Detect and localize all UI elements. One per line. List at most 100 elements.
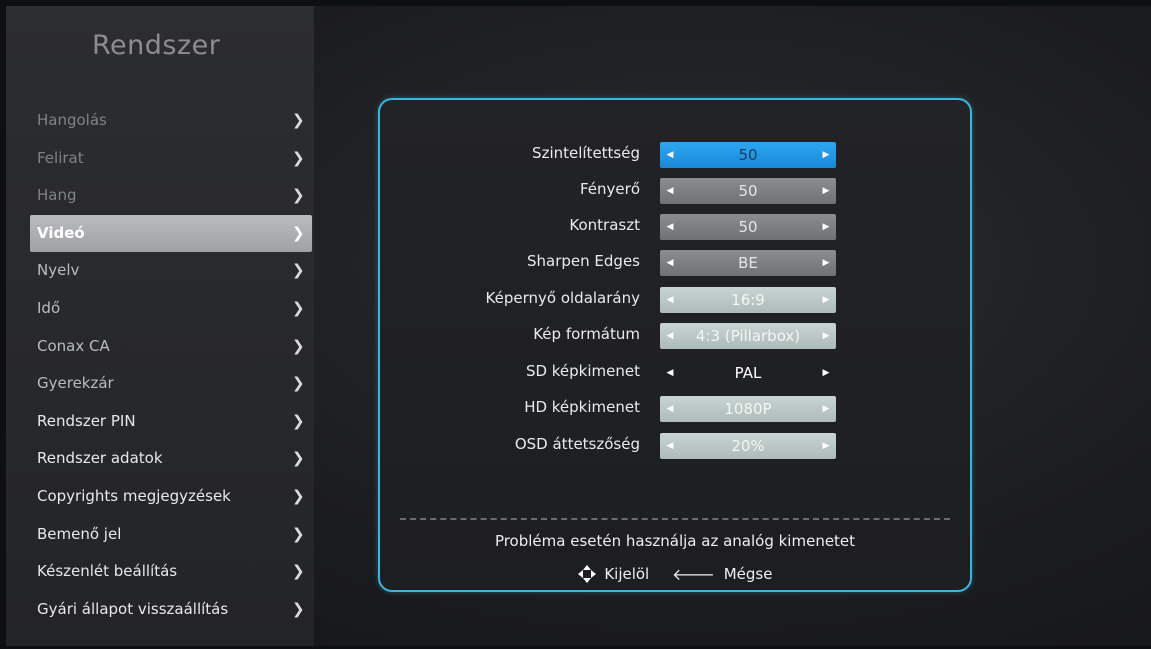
sd-output-stepper[interactable]: ◀ PAL ▶ <box>660 360 836 386</box>
setting-row-saturation: Szintelítettség ◀ 50 ▶ <box>380 142 970 168</box>
sidebar-item-rendszer-adatok[interactable]: Rendszer adatok ❯ <box>30 440 312 478</box>
setting-label: HD képkimenet <box>524 398 640 416</box>
setting-label: Sharpen Edges <box>527 252 640 270</box>
sidebar-item-label: Rendszer PIN <box>37 411 136 430</box>
arrow-left-icon[interactable]: ◀ <box>662 287 678 313</box>
back-label: Mégse <box>723 565 773 583</box>
saturation-stepper[interactable]: ◀ 50 ▶ <box>660 142 836 168</box>
chevron-right-icon: ❯ <box>292 336 305 355</box>
sidebar-item-label: Hang <box>37 186 77 205</box>
sidebar-item-conax-ca[interactable]: Conax CA ❯ <box>30 328 312 366</box>
sidebar-item-label: Videó <box>37 223 85 242</box>
chevron-right-icon: ❯ <box>292 374 305 393</box>
dashed-divider <box>400 518 950 520</box>
stepper-value: 16:9 <box>731 291 765 309</box>
chevron-right-icon: ❯ <box>292 148 305 167</box>
arrow-right-icon[interactable]: ▶ <box>818 214 834 240</box>
setting-row-osd-transparency: OSD áttetszőség ◀ 20% ▶ <box>380 433 970 459</box>
arrow-right-icon[interactable]: ▶ <box>818 360 834 386</box>
sharpen-edges-stepper[interactable]: ◀ BE ▶ <box>660 250 836 276</box>
sidebar-item-gyerekzar[interactable]: Gyerekzár ❯ <box>30 365 312 403</box>
stepper-value: 20% <box>731 437 765 455</box>
arrow-right-icon[interactable]: ▶ <box>818 287 834 313</box>
arrow-left-icon[interactable]: ◀ <box>662 178 678 204</box>
arrow-right-icon[interactable]: ▶ <box>818 433 834 459</box>
sidebar-item-felirat[interactable]: Felirat ❯ <box>30 140 312 178</box>
sidebar-item-video[interactable]: Videó ❯ <box>30 214 312 253</box>
arrow-left-icon[interactable]: ◀ <box>662 214 678 240</box>
contrast-stepper[interactable]: ◀ 50 ▶ <box>660 214 836 240</box>
stepper-value: 50 <box>738 218 758 236</box>
hint-text: Probléma esetén használja az analóg kime… <box>494 532 856 550</box>
arrow-right-icon[interactable]: ▶ <box>818 142 834 168</box>
chevron-right-icon: ❯ <box>292 186 305 205</box>
setting-row-picture-format: Kép formátum ◀ 4:3 (Pillarbox) ▶ <box>380 323 970 349</box>
stepper-value: 1080P <box>724 400 772 418</box>
stepper-value: BE <box>738 254 758 272</box>
stepper-value: PAL <box>734 364 762 382</box>
chevron-right-icon: ❯ <box>292 599 305 618</box>
arrow-left-icon[interactable]: ◀ <box>662 323 678 349</box>
setting-label: OSD áttetszőség <box>514 435 640 453</box>
key-legend: Kijelöl 🡐 Mégse <box>380 564 970 584</box>
sidebar-item-gyari-allapot[interactable]: Gyári állapot visszaállítás ❯ <box>30 591 312 629</box>
brightness-stepper[interactable]: ◀ 50 ▶ <box>660 178 836 204</box>
setting-label: Fényerő <box>580 180 640 198</box>
osd-transparency-stepper[interactable]: ◀ 20% ▶ <box>660 433 836 459</box>
chevron-right-icon: ❯ <box>292 562 305 581</box>
setting-row-aspect-ratio: Képernyő oldalarány ◀ 16:9 ▶ <box>380 287 970 313</box>
stepper-value: 4:3 (Pillarbox) <box>695 327 801 345</box>
sidebar-item-label: Copyrights megjegyzések <box>37 486 231 505</box>
chevron-right-icon: ❯ <box>292 111 305 129</box>
arrow-right-icon[interactable]: ▶ <box>818 323 834 349</box>
setting-label: SD képkimenet <box>525 362 640 380</box>
sidebar-item-hangolas[interactable]: Hangolás ❯ <box>30 102 312 140</box>
arrow-left-icon[interactable]: ◀ <box>662 433 678 459</box>
chevron-right-icon: ❯ <box>292 449 305 468</box>
sidebar-item-keszenlet[interactable]: Készenlét beállítás ❯ <box>30 553 312 591</box>
setting-label: Kontraszt <box>569 216 640 234</box>
stepper-value: 50 <box>738 146 758 164</box>
setting-label: Szintelítettség <box>532 144 640 162</box>
tv-screen: Rendszer Hangolás ❯ Felirat ❯ Hang ❯ Videó ❯… <box>6 6 1151 646</box>
chevron-right-icon: ❯ <box>292 298 305 317</box>
setting-row-sharpen-edges: Sharpen Edges ◀ BE ▶ <box>380 250 970 276</box>
select-label: Kijelöl <box>604 565 650 583</box>
sidebar-item-ido[interactable]: Idő ❯ <box>30 290 312 328</box>
arrow-right-icon[interactable]: ▶ <box>818 396 834 422</box>
setting-label: Kép formátum <box>533 325 640 343</box>
arrow-left-icon[interactable]: ◀ <box>662 250 678 276</box>
sidebar-item-label: Rendszer adatok <box>37 449 163 468</box>
sidebar-item-bemeno-jel[interactable]: Bemenő jel ❯ <box>30 516 312 554</box>
arrow-right-icon[interactable]: ▶ <box>818 178 834 204</box>
sidebar: Rendszer Hangolás ❯ Felirat ❯ Hang ❯ Videó ❯… <box>6 6 314 646</box>
arrow-left-icon[interactable]: ◀ <box>662 396 678 422</box>
arrow-right-icon[interactable]: ▶ <box>818 250 834 276</box>
sidebar-item-label: Készenlét beállítás <box>37 562 178 581</box>
sidebar-item-hang[interactable]: Hang ❯ <box>30 177 312 215</box>
setting-row-hd-output: HD képkimenet ◀ 1080P ▶ <box>380 396 970 422</box>
sidebar-item-label: Felirat <box>37 148 84 167</box>
sidebar-item-rendszer-pin[interactable]: Rendszer PIN ❯ <box>30 403 312 441</box>
setting-row-brightness: Fényerő ◀ 50 ▶ <box>380 178 970 204</box>
sidebar-item-label: Bemenő jel <box>37 524 122 543</box>
arrow-left-icon[interactable]: ◀ <box>662 360 678 386</box>
video-settings-panel: Szintelítettség ◀ 50 ▶ Fényerő ◀ 50 ▶ Ko… <box>378 98 972 592</box>
hd-output-stepper[interactable]: ◀ 1080P ▶ <box>660 396 836 422</box>
sidebar-item-label: Hangolás <box>37 111 107 129</box>
back-arrow-icon: 🡐 <box>672 565 715 584</box>
picture-format-stepper[interactable]: ◀ 4:3 (Pillarbox) ▶ <box>660 323 836 349</box>
sidebar-title: Rendszer <box>92 30 221 61</box>
sidebar-item-copyrights[interactable]: Copyrights megjegyzések ❯ <box>30 478 312 516</box>
sidebar-item-label: Conax CA <box>37 336 110 355</box>
sidebar-item-nyelv[interactable]: Nyelv ❯ <box>30 252 312 290</box>
sidebar-menu: Hangolás ❯ Felirat ❯ Hang ❯ Videó ❯ Nyelv ❯ I… <box>30 102 312 628</box>
chevron-right-icon: ❯ <box>292 223 305 242</box>
stepper-value: 50 <box>738 182 758 200</box>
sidebar-item-label: Idő <box>37 298 61 317</box>
arrow-left-icon[interactable]: ◀ <box>662 142 678 168</box>
sidebar-item-label: Gyári állapot visszaállítás <box>37 599 229 618</box>
setting-row-sd-output: SD képkimenet ◀ PAL ▶ <box>380 360 970 386</box>
aspect-ratio-stepper[interactable]: ◀ 16:9 ▶ <box>660 287 836 313</box>
sidebar-item-label: Nyelv <box>37 261 80 280</box>
